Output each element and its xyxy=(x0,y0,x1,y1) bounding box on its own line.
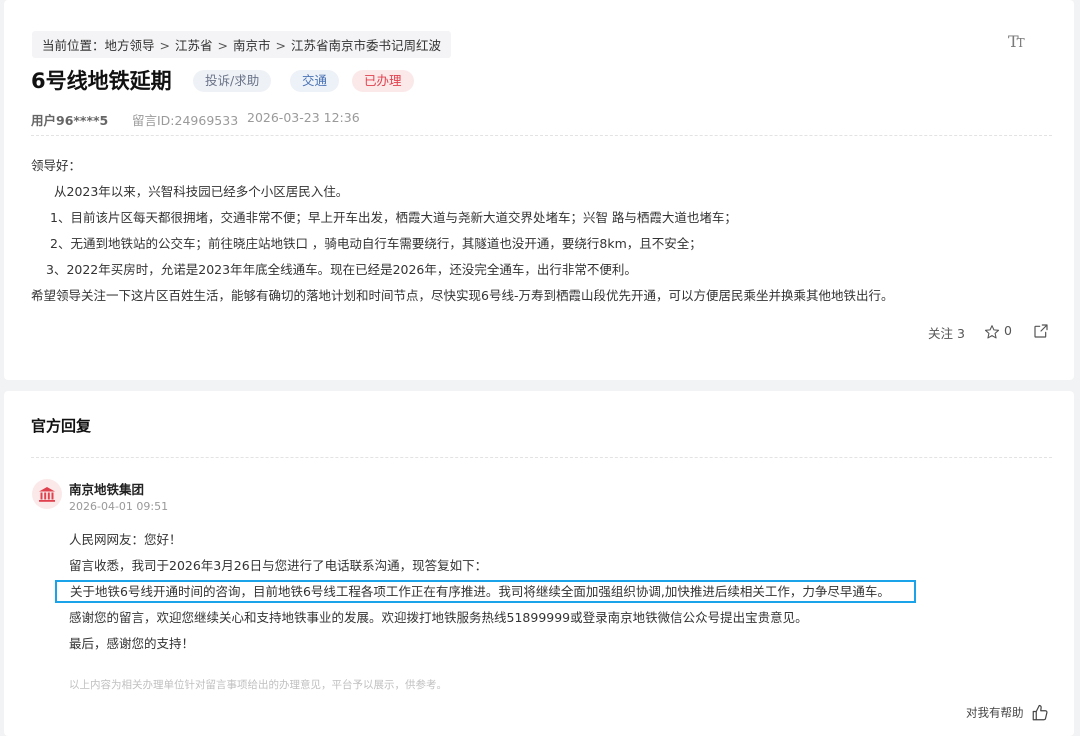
disclaimer: 以上内容为相关办理单位针对留言事项给出的办理意见，平台予以展示，供参考。 xyxy=(69,679,447,691)
reply-greeting: 人民网网友：您好！ xyxy=(69,532,182,547)
message-id: 留言ID:24969533 xyxy=(132,113,239,128)
share-icon xyxy=(1034,323,1048,338)
avatar xyxy=(32,479,62,509)
breadcrumb: 当前位置：地方领导 > 江苏省 > 南京市 > 江苏省南京市委书记周红波 xyxy=(32,31,452,58)
reply-paragraph-highlighted: 关于地铁6号线开通时间的咨询，目前地铁6号线工程各项工作正在有序推进。我司将继续… xyxy=(70,584,890,599)
follow-count: 3 xyxy=(957,326,965,341)
breadcrumb-separator: > xyxy=(159,38,171,53)
org-name: 南京地铁集团 xyxy=(69,482,145,497)
divider xyxy=(31,135,1052,136)
follow-label: 关注 xyxy=(928,326,954,341)
message-greeting: 领导好： xyxy=(31,158,82,173)
helpful-label: 对我有帮助 xyxy=(966,705,1024,720)
follow-button[interactable]: 关注 3 xyxy=(928,323,965,342)
breadcrumb-item-province[interactable]: 江苏省 xyxy=(175,38,213,53)
breadcrumb-prefix: 当前位置： xyxy=(42,38,105,53)
message-title: 6号线地铁延期 xyxy=(31,69,172,93)
reply-paragraph: 感谢您的留言，欢迎您继续关心和支持地铁事业的发展。欢迎拨打地铁服务热线51899… xyxy=(69,610,808,625)
star-count: 0 xyxy=(1003,323,1012,338)
reply-card: 官方回复 南京地铁集团 2026-04-01 09:51 人民网网友：您好！ 留… xyxy=(4,391,1074,736)
section-title: 官方回复 xyxy=(31,417,92,435)
message-paragraph: 从2023年以来，兴智科技园已经多个小区居民入住。 xyxy=(54,184,349,199)
star-icon xyxy=(984,324,1000,338)
font-size-icon-large: T xyxy=(1008,32,1019,51)
message-card: 当前位置：地方领导 > 江苏省 > 南京市 > 江苏省南京市委书记周红波 TT 6号线地铁延… xyxy=(4,0,1074,380)
message-paragraph: 1、目前该片区每天都很拥堵，交通非常不便；早上开车出发，栖霞大道与尧新大道交界处… xyxy=(50,210,737,225)
share-button[interactable] xyxy=(1033,322,1049,339)
star-button[interactable]: 0 xyxy=(984,323,1012,340)
category-tag[interactable]: 投诉/求助 xyxy=(193,70,272,92)
reply-closing: 最后，感谢您的支持！ xyxy=(69,636,195,651)
field-tag[interactable]: 交通 xyxy=(290,70,340,92)
font-size-icon[interactable]: TT xyxy=(1008,32,1030,54)
reply-time: 2026-04-01 09:51 xyxy=(69,500,169,513)
breadcrumb-separator: > xyxy=(217,38,229,53)
message-paragraph: 希望领导关注一下这片区百姓生活，能够有确切的落地计划和时间节点，尽快实现6号线-… xyxy=(31,288,894,303)
message-time: 2026-03-23 12:36 xyxy=(247,110,360,125)
message-paragraph: 3、2022年买房时，允诺是2023年年底全线通车。现在已经是2026年，还没完… xyxy=(46,262,637,277)
status-badge: 已办理 xyxy=(352,70,414,92)
government-building-icon xyxy=(39,487,55,502)
divider xyxy=(31,457,1052,458)
message-paragraph: 2、无通到地铁站的公交车；前往晓庄站地铁口 ，骑电动自行车需要绕行，其隧道也没开… xyxy=(50,236,702,251)
breadcrumb-separator: > xyxy=(275,38,287,53)
font-size-icon-small: T xyxy=(1016,36,1025,50)
breadcrumb-item-leader[interactable]: 江苏省南京市委书记周红波 xyxy=(291,38,441,53)
helpful-button[interactable]: 对我有帮助 xyxy=(966,704,1049,722)
message-user: 用户96****5 xyxy=(31,113,109,128)
breadcrumb-item-city[interactable]: 南京市 xyxy=(233,38,271,53)
breadcrumb-item-region[interactable]: 地方领导 xyxy=(105,38,155,53)
thumbs-up-icon xyxy=(1032,704,1048,721)
reply-paragraph: 留言收悉，我司于2026年3月26日与您进行了电话联系沟通，现答复如下： xyxy=(69,558,488,573)
